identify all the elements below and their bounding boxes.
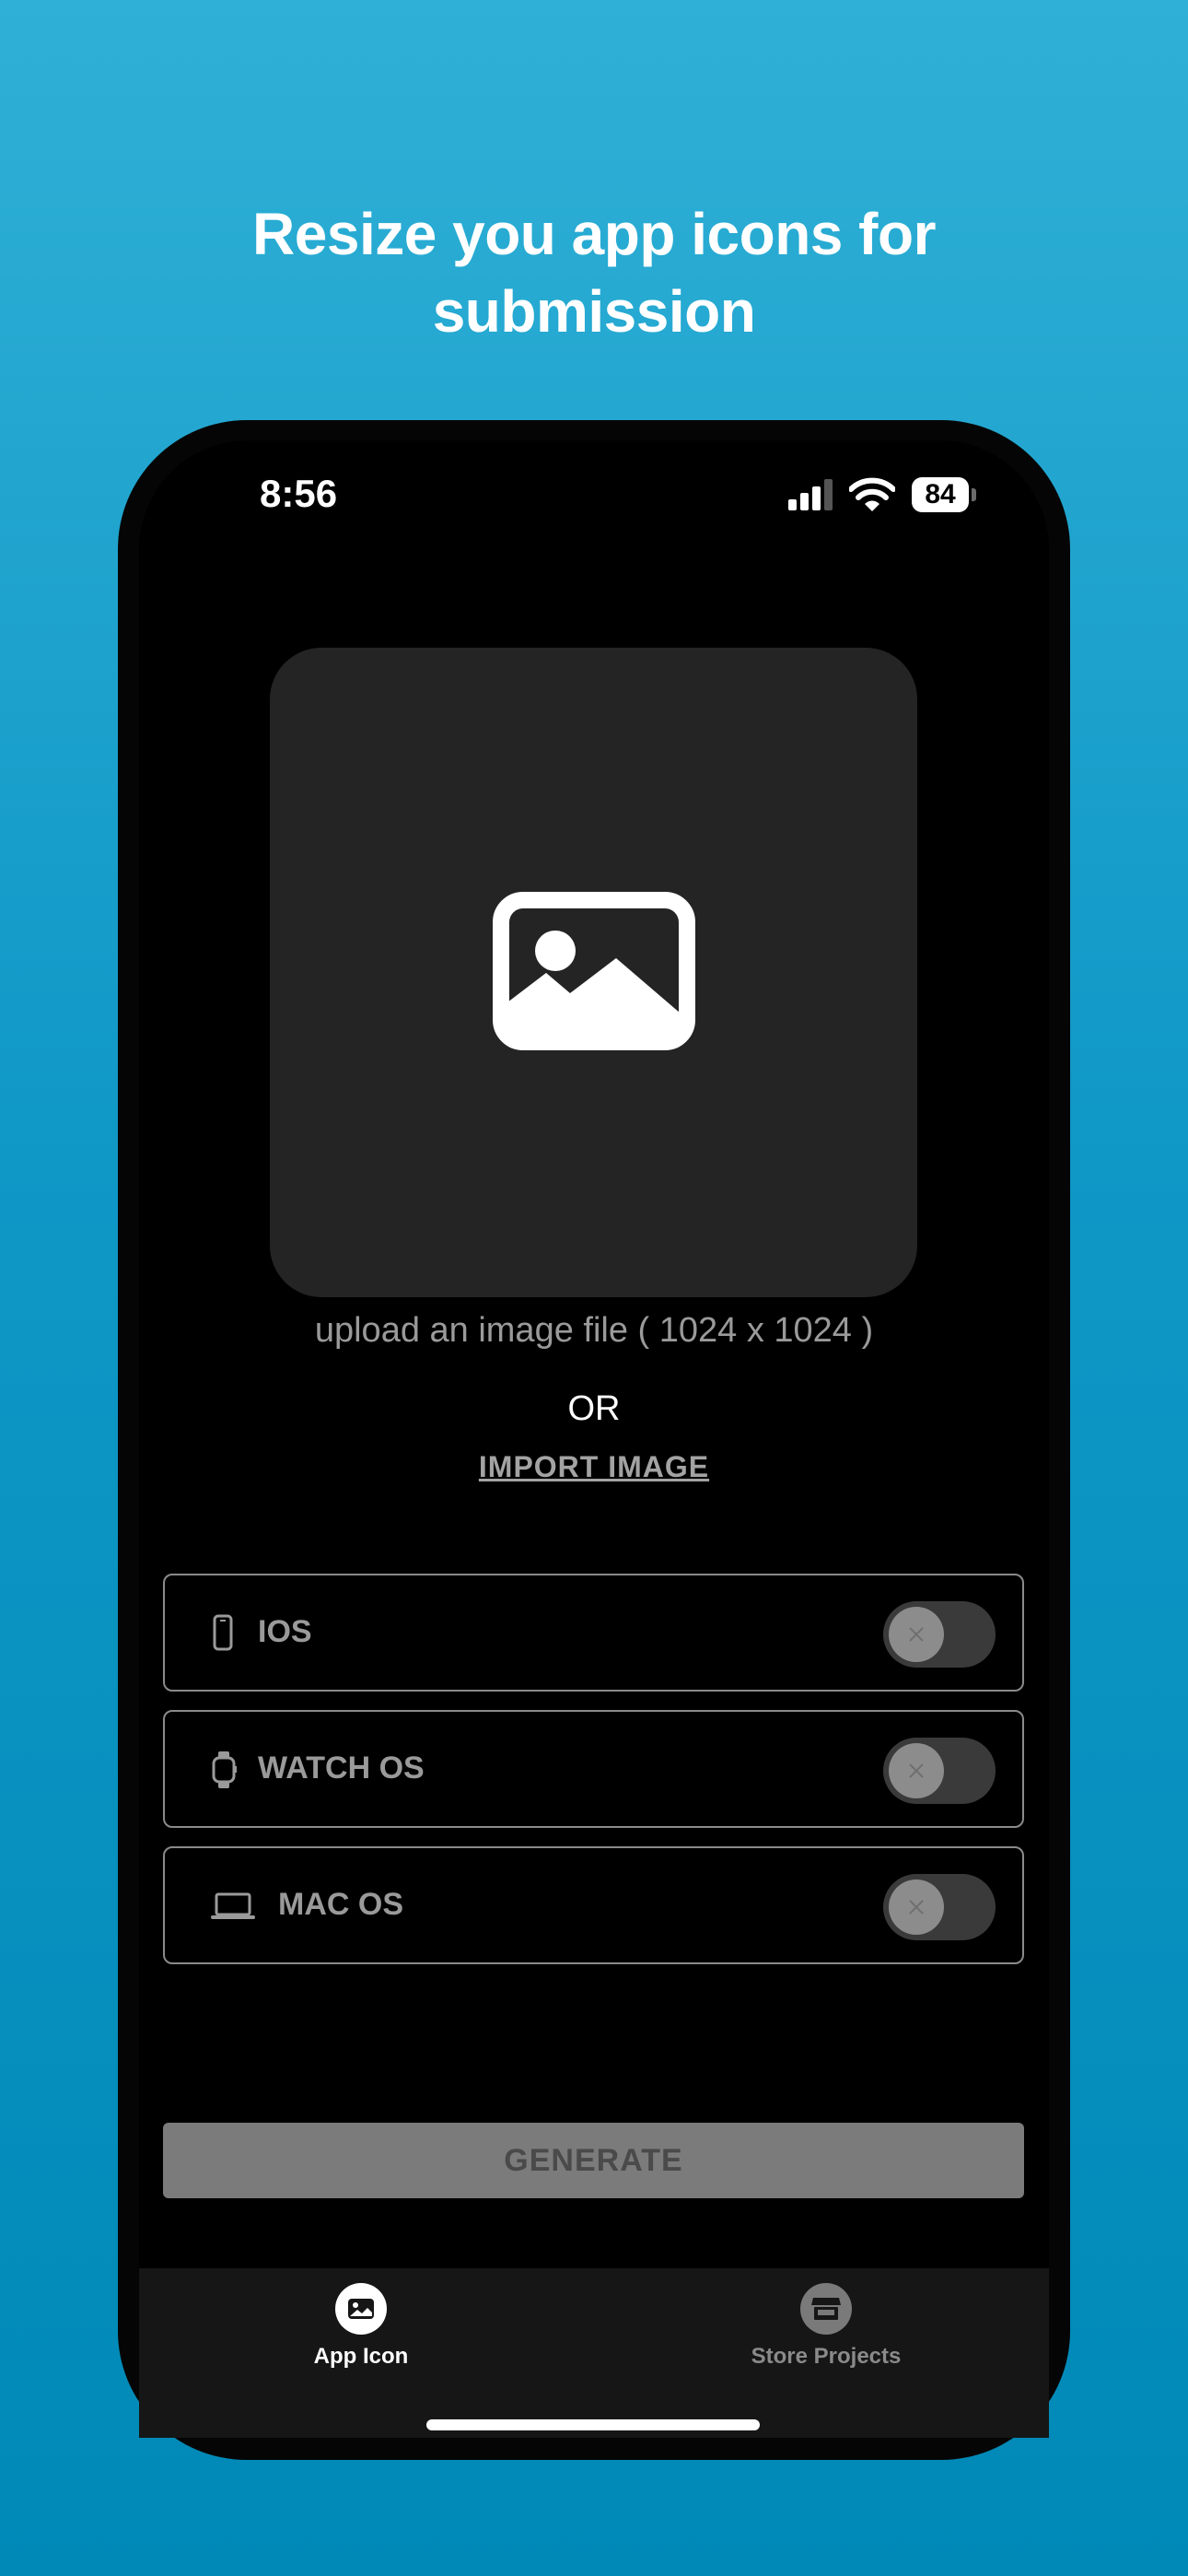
upload-hint: upload an image file ( 1024 x 1024 ): [314, 1311, 874, 1350]
headline-line-2: submission: [432, 278, 756, 345]
laptop-icon: [211, 1892, 255, 1919]
battery-level: 84: [925, 479, 956, 509]
marketing-headline: Resize you app icons for submission: [0, 195, 1188, 350]
option-row-watch-os[interactable]: WATCH OS: [163, 1710, 1024, 1828]
toggle-knob: [889, 1743, 944, 1798]
battery-tip: [972, 488, 976, 501]
tab-store-projects[interactable]: Store Projects: [688, 2268, 964, 2397]
photo-icon: [335, 2283, 387, 2335]
headline-line-1: Resize you app icons for: [252, 201, 936, 267]
option-row-mac-os[interactable]: MAC OS: [163, 1846, 1024, 1964]
status-time: 8:56: [260, 472, 338, 515]
tab-label-store-projects: Store Projects: [751, 2344, 902, 2369]
option-label-ios: IOS: [258, 1614, 312, 1649]
iphone-icon: [213, 1614, 233, 1651]
tab-bar: App Icon Store Projects: [139, 2268, 1049, 2438]
toggle-knob: [889, 1879, 944, 1935]
battery-icon: 84: [912, 477, 969, 512]
toggle-ios[interactable]: [883, 1601, 996, 1668]
home-indicator: [426, 2419, 760, 2430]
or-separator: OR: [567, 1389, 621, 1428]
option-label-mac-os: MAC OS: [278, 1887, 403, 1922]
generate-button[interactable]: GENERATE: [163, 2123, 1024, 2198]
photo-icon: [493, 892, 695, 1050]
import-image-link[interactable]: IMPORT IMAGE: [0, 1450, 1188, 1484]
wifi-icon: [849, 477, 895, 511]
watch-icon: [212, 1751, 237, 1788]
toggle-watch-os[interactable]: [883, 1738, 996, 1804]
toggle-knob: [889, 1607, 944, 1662]
option-label-watch-os: WATCH OS: [258, 1751, 425, 1786]
tab-app-icon[interactable]: App Icon: [223, 2268, 499, 2397]
cellular-signal-icon: [788, 479, 836, 510]
storefront-icon: [800, 2283, 852, 2335]
toggle-mac-os[interactable]: [883, 1874, 996, 1940]
tab-label-app-icon: App Icon: [313, 2344, 409, 2369]
option-row-ios[interactable]: IOS: [163, 1574, 1024, 1692]
